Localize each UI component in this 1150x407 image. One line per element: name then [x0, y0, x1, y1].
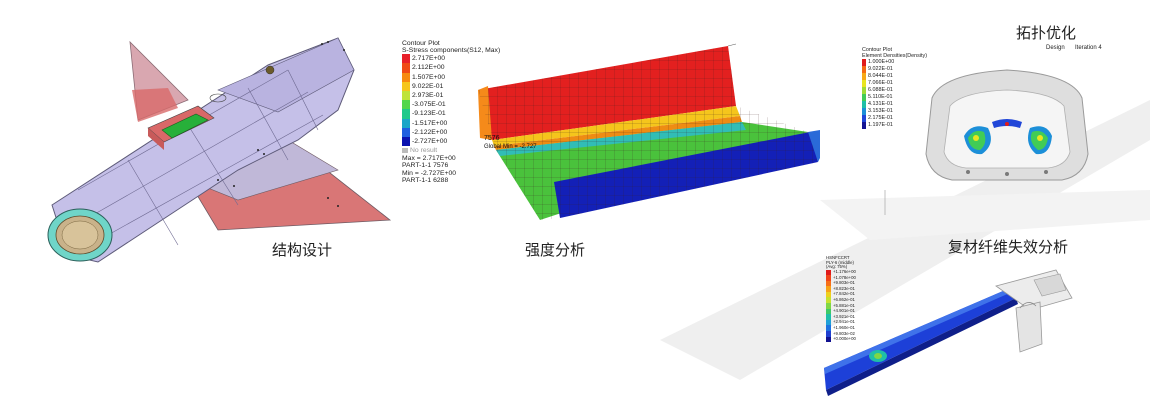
stress-legend-value: -2.727E+00: [412, 137, 448, 145]
caption-structure: 结构设计: [272, 241, 333, 259]
topology-legend-swatch: [862, 122, 866, 130]
stress-legend-value: 2.973E-01: [412, 92, 444, 100]
caption-strength: 强度分析: [525, 241, 586, 259]
stress-legend-swatch: [402, 136, 410, 147]
stress-legend-swatch: [402, 81, 410, 91]
stress-legend-value: -3.075E-01: [412, 101, 446, 109]
topology-legend-swatch: [862, 94, 866, 102]
stress-legend-swatch: [402, 72, 410, 82]
caption-topology: 拓扑优化: [1016, 24, 1077, 42]
strength-min-tag: Global Min = -2.727: [484, 144, 537, 150]
stress-legend-value: 1.507E+00: [412, 73, 446, 81]
topology-legend-swatch: [862, 80, 866, 88]
topology-legend-value: 6.088E-01: [868, 87, 893, 93]
topology-legend-value: 1.197E-01: [868, 122, 893, 128]
strength-max-tag: 7576: [484, 135, 500, 142]
topology-legend-value: 7.066E-01: [868, 80, 893, 86]
stress-no-result: No result: [410, 147, 438, 155]
topology-legend-value: 2.175E-01: [868, 115, 893, 121]
topology-legend-swatch: [862, 73, 866, 81]
stress-legend-value: 2.717E+00: [412, 55, 446, 63]
topology-legend-swatch: [862, 66, 866, 74]
topology-iteration-label: Iteration 4: [1075, 45, 1102, 51]
topology-legend-value: 1.000E+00: [868, 59, 895, 65]
topology-legend-swatch: [862, 108, 866, 116]
stress-legend-value: 2.112E+00: [412, 64, 445, 72]
topology-legend-value: 4.131E-01: [868, 101, 893, 107]
topology-legend-swatch: [862, 101, 866, 109]
stress-legend-swatch: [402, 118, 410, 128]
topology-design-label: Design: [1046, 45, 1065, 51]
stress-legend-swatch: [402, 100, 410, 110]
stress-legend-swatch: [402, 63, 410, 73]
topology-legend-swatch: [862, 115, 866, 123]
caption-composite: 复材纤维失效分析: [948, 238, 1069, 256]
stress-legend-value: 9.022E-01: [412, 82, 444, 90]
composite-figure: [824, 269, 1073, 396]
topology-legend-value: 5.110E-01: [868, 94, 893, 100]
stress-legend-swatch: [402, 91, 410, 101]
stress-legend-swatch: [402, 54, 410, 64]
topology-figure: [925, 69, 1089, 181]
topology-legend-value: 8.044E-01: [868, 73, 893, 79]
stress-legend-value: -1.517E+00: [412, 119, 448, 127]
stress-legend-value: -9.123E-01: [412, 110, 446, 118]
stress-legend-swatch: [402, 127, 410, 137]
structure-model-figure: [47, 37, 392, 263]
topology-legend-value: 3.153E-01: [868, 108, 893, 114]
topology-legend-swatch: [862, 59, 866, 67]
topology-legend-swatch: [862, 87, 866, 95]
topology-legend-value: 9.022E-01: [868, 66, 893, 72]
stress-legend-swatch: [402, 109, 410, 119]
stress-legend-value: -2.122E+00: [412, 128, 448, 136]
